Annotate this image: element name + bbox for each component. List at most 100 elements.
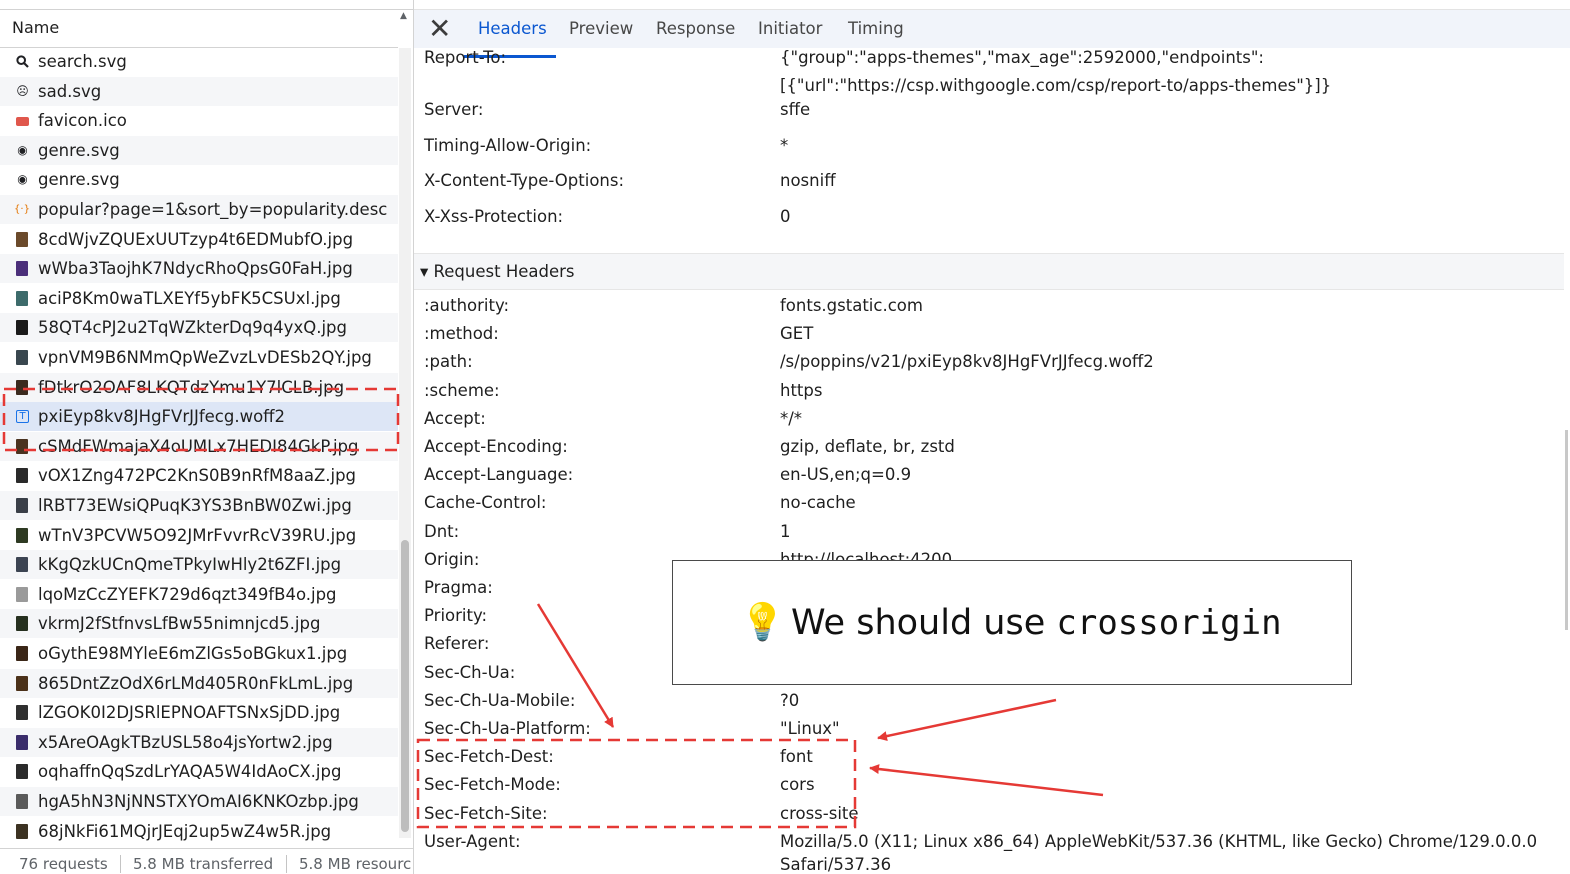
header-value[interactable]: {"group":"apps-themes","max_age":2592000… [780, 44, 1264, 72]
file-name: popular?page=1&sort_by=popularity.desc [38, 200, 388, 219]
list-item[interactable]: oqhaffnQqSzdLrYAQA5W4IdAoCX.jpg [0, 757, 398, 786]
image-thumbnail-icon [16, 498, 28, 513]
scrollbar-thumb[interactable] [1565, 430, 1568, 630]
header-name: Report-To: [424, 48, 507, 67]
request-details-pane: ✕ Headers Preview Response Initiator Tim… [414, 0, 1570, 874]
header-name: X-Content-Type-Options: [424, 171, 625, 190]
header-value[interactable]: nosniff [780, 167, 836, 195]
image-thumbnail-icon [16, 468, 28, 484]
list-item[interactable]: 865DntZzOdX6rLMd405R0nFkLmL.jpg [0, 668, 398, 698]
list-item[interactable]: lRBT73EWsiQPuqK3YS3BnBW0Zwi.jpg [0, 491, 398, 520]
divider [286, 855, 287, 873]
header-value[interactable]: sffe [780, 96, 810, 124]
name-column-header[interactable]: Name [0, 10, 398, 48]
details-tab-bar: ✕ Headers Preview Response Initiator Tim… [414, 10, 1570, 58]
image-thumbnail-icon [16, 675, 28, 691]
list-item[interactable]: ◉ genre.svg [0, 135, 398, 165]
list-item[interactable]: x5AreOAgkTBzUSL58o4jsYortw2.jpg [0, 727, 398, 757]
header-name: Timing-Allow-Origin: [424, 136, 592, 155]
header-name: Origin: [424, 549, 480, 569]
section-title: Request Headers [433, 262, 575, 281]
list-item[interactable]: TpxiEyp8kv8JHgFVrJJfecg.woff2 [0, 402, 398, 432]
image-thumbnail-icon [16, 764, 28, 780]
tab-response[interactable]: Response [656, 10, 735, 48]
record-icon: ◉ [17, 172, 28, 187]
list-item[interactable]: search.svg [0, 47, 398, 76]
header-value[interactable]: ?0 [780, 687, 799, 715]
list-item[interactable]: 8cdWjvZQUExUUTzyp4t6EDMubfO.jpg [0, 225, 398, 254]
sort-ascending-icon[interactable]: ▲ [400, 11, 407, 21]
list-item[interactable]: fDtkrO2OAF8LKQTdzYmu1Y7lCLB.jpg [0, 372, 398, 402]
sad-face-icon: ☹ [16, 83, 29, 98]
network-summary-bar: 76 requests 5.8 MB transferred 5.8 MB re… [0, 848, 413, 874]
header-name: :path: [424, 352, 473, 372]
file-name: aciP8Km0waTLXEYf5ybFK5CSUxl.jpg [38, 288, 341, 308]
list-item[interactable]: ☹ sad.svg [0, 76, 398, 106]
list-item[interactable]: 58QT4cPJ2u2TqWZkterDq9q4yxQ.jpg [0, 313, 398, 343]
list-item[interactable]: vkrmJ2fStfnvsLfBw55nimnjcd5.jpg [0, 609, 398, 639]
request-count: 76 requests [19, 855, 108, 873]
header-name: Pragma: [424, 578, 493, 597]
image-thumbnail-icon [16, 261, 28, 277]
scrollbar-thumb[interactable] [401, 540, 409, 832]
close-icon[interactable]: ✕ [428, 14, 451, 44]
header-name: Sec-Fetch-Mode: [424, 775, 561, 795]
list-item[interactable]: vpnVM9B6NMmQpWeZvzLvDESb2QY.jpg [0, 343, 398, 372]
file-name: wTnV3PCVW5O92JMrFvvrRcV39RU.jpg [38, 525, 357, 545]
list-item[interactable]: oGythE98MYleE6mZlGs5oBGkux1.jpg [0, 639, 398, 668]
tab-initiator[interactable]: Initiator [758, 10, 822, 48]
header-value[interactable]: cors [780, 771, 815, 799]
header-name: Accept-Language: [424, 465, 574, 485]
list-item[interactable]: cSMdFWmajaX4oUMLx7HEDI84GkP.jpg [0, 431, 398, 461]
header-value[interactable]: en-US,en;q=0.9 [780, 461, 911, 489]
file-name: search.svg [38, 52, 127, 71]
list-item[interactable]: vOX1Zng472PC2KnS0B9nRfM8aaZ.jpg [0, 461, 398, 490]
file-name: vOX1Zng472PC2KnS0B9nRfM8aaZ.jpg [38, 466, 357, 486]
list-item[interactable]: wTnV3PCVW5O92JMrFvvrRcV39RU.jpg [0, 521, 398, 550]
file-name: x5AreOAgkTBzUSL58o4jsYortw2.jpg [38, 732, 333, 752]
tab-preview[interactable]: Preview [569, 10, 633, 48]
header-value[interactable]: /s/poppins/v21/pxiEyp8kv8JHgFVrJJfecg.wo… [780, 348, 1154, 376]
header-value[interactable]: https [780, 377, 822, 405]
list-item[interactable]: lqoMzCcZYEFK729d6qzt349fB4o.jpg [0, 580, 398, 609]
list-item[interactable]: kKgQzkUCnQmeTPkyIwHly2t6ZFI.jpg [0, 550, 398, 580]
header-value[interactable]: GET [780, 320, 813, 348]
image-thumbnail-icon [16, 527, 28, 543]
header-value[interactable]: 0 [780, 203, 791, 231]
list-item[interactable]: {·} popular?page=1&sort_by=popularity.des… [0, 195, 398, 224]
header-value[interactable]: "Linux" [780, 715, 840, 743]
file-name: genre.svg [38, 140, 120, 160]
image-thumbnail-icon [16, 616, 28, 632]
header-value[interactable]: * [780, 132, 788, 160]
header-value[interactable]: 1 [780, 518, 791, 546]
header-value[interactable]: font [780, 743, 813, 771]
header-value[interactable]: cross-site [780, 800, 859, 828]
image-thumbnail-icon [16, 379, 28, 395]
tab-timing[interactable]: Timing [848, 10, 904, 48]
header-value[interactable]: fonts.gstatic.com [780, 292, 923, 320]
header-name: Accept: [424, 408, 486, 428]
header-name: Server: [424, 100, 484, 119]
request-headers-toggle[interactable]: ▾ Request Headers [420, 254, 575, 289]
list-item[interactable]: favicon.ico [0, 106, 398, 135]
request-headers-section-header[interactable]: ▾ Request Headers [414, 253, 1564, 290]
list-item[interactable]: wWba3TaojhK7NdycRhoQpsG0FaH.jpg [0, 254, 398, 284]
header-value[interactable]: */* [780, 405, 802, 433]
divider [120, 855, 121, 873]
file-name: hgA5hN3NjNNSTXYOmAI6KNKOzbp.jpg [38, 792, 359, 811]
header-value[interactable]: Mozilla/5.0 (X11; Linux x86_64) AppleWeb… [780, 828, 1537, 856]
header-value[interactable]: no-cache [780, 489, 856, 517]
list-item[interactable]: hgA5hN3NjNNSTXYOmAI6KNKOzbp.jpg [0, 787, 398, 816]
header-name: Sec-Ch-Ua-Mobile: [424, 690, 576, 710]
header-value[interactable]: gzip, deflate, br, zstd [780, 433, 955, 461]
header-value-continued[interactable]: [{"url":"https://csp.withgoogle.com/csp/… [780, 72, 1331, 100]
list-item[interactable]: ◉ genre.svg [0, 165, 398, 194]
header-value-continued[interactable]: Safari/537.36 [780, 851, 891, 874]
search-icon [16, 55, 29, 68]
image-thumbnail-icon [16, 350, 28, 365]
list-item[interactable]: 68jNkFi61MQjrJEqj2up5wZ4w5R.jpg [0, 817, 398, 846]
list-item[interactable]: aciP8Km0waTLXEYf5ybFK5CSUxl.jpg [0, 284, 398, 313]
image-thumbnail-icon [16, 231, 28, 247]
tab-headers[interactable]: Headers [478, 10, 547, 48]
list-item[interactable]: lZGOK0I2DJSRlEPNOAFTSNxSjDD.jpg [0, 698, 398, 727]
